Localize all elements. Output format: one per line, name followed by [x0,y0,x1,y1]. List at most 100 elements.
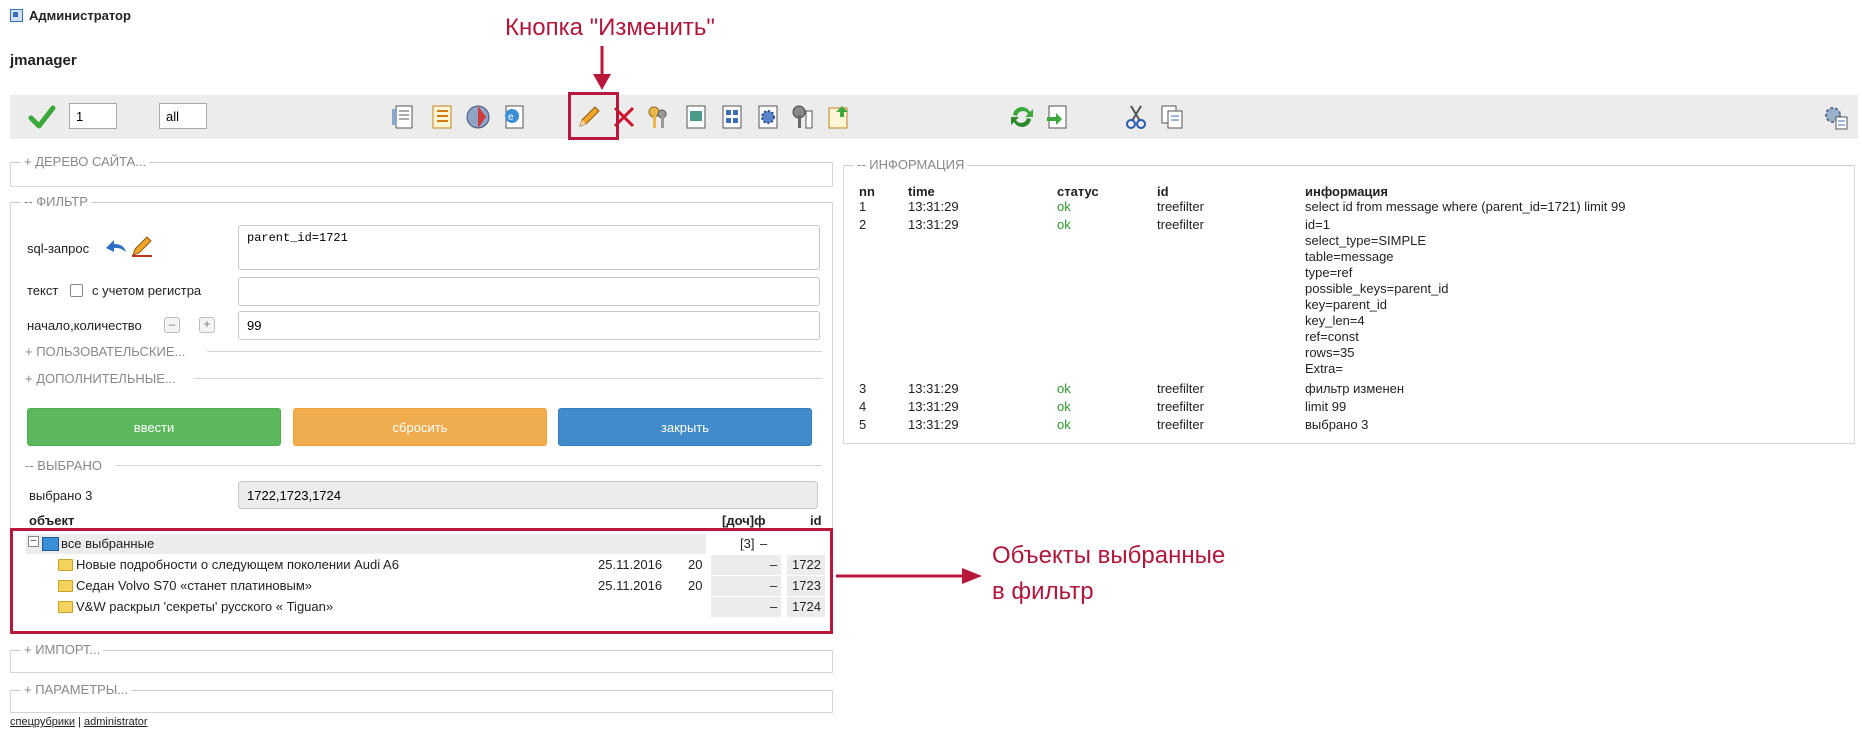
footer-link-rubrics[interactable]: спецрубрики [10,716,75,728]
apply-button[interactable]: ввести [27,408,281,446]
image-icon[interactable] [682,103,710,131]
toolbar: e [10,95,1858,139]
annotation-selected-objects: Объекты выбранные в фильтр [992,542,1226,605]
filter-legend[interactable]: -- ФИЛЬТР [21,194,91,209]
folder-icon [58,579,73,592]
docs-column-header: [доч]ф [722,513,766,528]
import-icon[interactable] [1043,103,1071,131]
info-legend[interactable]: -- ИНФОРМАЦИЯ [854,157,968,172]
row-title: V&W раскрыл 'секреты' русского « Tiguan» [76,599,334,614]
root-count: [3] [740,536,755,551]
undo-arrow-icon[interactable] [104,236,128,256]
range-input[interactable] [238,311,820,340]
annotation-arrow-down-icon [593,46,611,90]
cut-icon[interactable] [1122,103,1150,131]
divider [115,465,822,466]
tools-icon[interactable] [789,103,817,131]
log-row: 5 13:31:29 ok treefilter выбрано 3 [859,417,1369,432]
object-column-header: объект [29,513,75,528]
root-flag: – [760,536,768,551]
row-id: 1723 [792,578,821,593]
case-sensitive-label: с учетом регистра [92,283,202,298]
refresh-icon[interactable] [1008,103,1036,131]
row-title: Новые подробности о следующем поколении … [76,557,399,572]
web-icon[interactable]: e [500,103,528,131]
decrease-button[interactable]: – [164,317,180,333]
footer-separator: | [78,716,81,728]
extra-fields-toggle[interactable]: + ДОПОЛНИТЕЛЬНЫЕ... [25,371,176,386]
row-date: 25.11.2016 [598,578,663,593]
site-tree-legend[interactable]: + ДЕРЕВО САЙТА... [21,154,150,169]
annotation-arrow-right-icon [836,568,982,584]
case-sensitive-checkbox[interactable] [70,284,83,297]
row-number: 20 [688,557,703,572]
selected-count-label: выбрано 3 [29,488,93,503]
row-date: 25.11.2016 [598,557,663,572]
range-label: начало,количество [27,318,142,333]
log-row: 1 13:31:29 ok treefilter select id from me… [859,199,1626,214]
col-nn: nn [859,184,875,199]
globe-icon[interactable] [464,103,492,131]
annotation-edit-button: Кнопка "Изменить" [505,14,715,41]
tree-row[interactable]: Седан Volvo S70 «станет платиновым» 25.1… [26,576,825,596]
import-legend[interactable]: + ИМПОРТ... [21,642,104,657]
grid-icon[interactable] [718,103,746,131]
edit-button-highlight [568,92,619,140]
col-status: статус [1057,184,1099,199]
close-button[interactable]: закрыть [558,408,812,446]
list-icon[interactable] [428,103,456,131]
reset-button[interactable]: сбросить [293,408,547,446]
mode-input[interactable] [159,103,207,129]
footer-link-admin[interactable]: administrator [84,716,148,728]
copy-icon[interactable] [1158,103,1186,131]
user-fields-toggle[interactable]: + ПОЛЬЗОВАТЕЛЬСКИЕ... [25,344,185,359]
collapse-icon[interactable]: – [28,536,39,547]
root-label: все выбранные [61,536,155,551]
col-id: id [1157,184,1169,199]
admin-user: Администратор [29,8,131,23]
edit-sql-icon[interactable] [130,234,154,258]
id-column-header: id [810,513,822,528]
tree-row[interactable]: Новые подробности о следующем поколении … [26,555,825,575]
row-flag: – [770,578,778,593]
sql-query-input[interactable]: parent_id=1721 [238,225,820,270]
folder-icon [58,558,73,571]
check-icon[interactable] [28,103,56,131]
selection-icon [42,537,59,551]
gear-icon[interactable] [754,103,782,131]
admin-header: Администратор [10,8,131,23]
selected-ids-input[interactable] [238,481,818,509]
log-row: 4 13:31:29 ok treefilter limit 99 [859,399,1347,414]
upload-icon[interactable] [824,103,852,131]
count-input[interactable] [69,103,117,129]
folder-icon [58,600,73,613]
settings-icon[interactable] [1822,103,1850,131]
row-flag: – [770,557,778,572]
text-search-input[interactable] [238,277,820,306]
col-info: информация [1305,184,1389,199]
col-time: time [908,184,935,199]
params-section[interactable]: + ПАРАМЕТРЫ... [10,682,833,713]
log-row: 3 13:31:29 ok treefilter фильтр изменен [859,381,1405,396]
svg-text:e: e [508,112,514,123]
info-table: nn time статус id информация 1 13:31:29 o… [859,184,1625,435]
params-legend[interactable]: + ПАРАМЕТРЫ... [21,682,132,697]
divider [194,378,822,379]
increase-button[interactable]: + [199,317,215,333]
admin-icon [10,9,23,22]
row-flag: – [770,599,778,614]
page-icon[interactable] [390,103,418,131]
log-row: 2 13:31:29 ok treefilter id=1 select_type=S… [859,217,1449,376]
app-title: jmanager [10,52,77,69]
tree-row[interactable]: V&W раскрыл 'секреты' русского « Tiguan»… [26,597,825,617]
text-label: текст [27,283,59,298]
row-number: 20 [688,578,703,593]
footer: спецрубрики | administrator [10,716,148,728]
selected-section-toggle[interactable]: -- ВЫБРАНО [25,458,102,473]
row-id: 1724 [792,599,821,614]
import-section[interactable]: + ИМПОРТ... [10,642,833,673]
row-title: Седан Volvo S70 «станет платиновым» [76,578,313,593]
keys-icon[interactable] [644,103,672,131]
tree-root-row[interactable]: – все выбранные [3] – [26,534,820,554]
site-tree-section[interactable]: + ДЕРЕВО САЙТА... [10,154,833,187]
